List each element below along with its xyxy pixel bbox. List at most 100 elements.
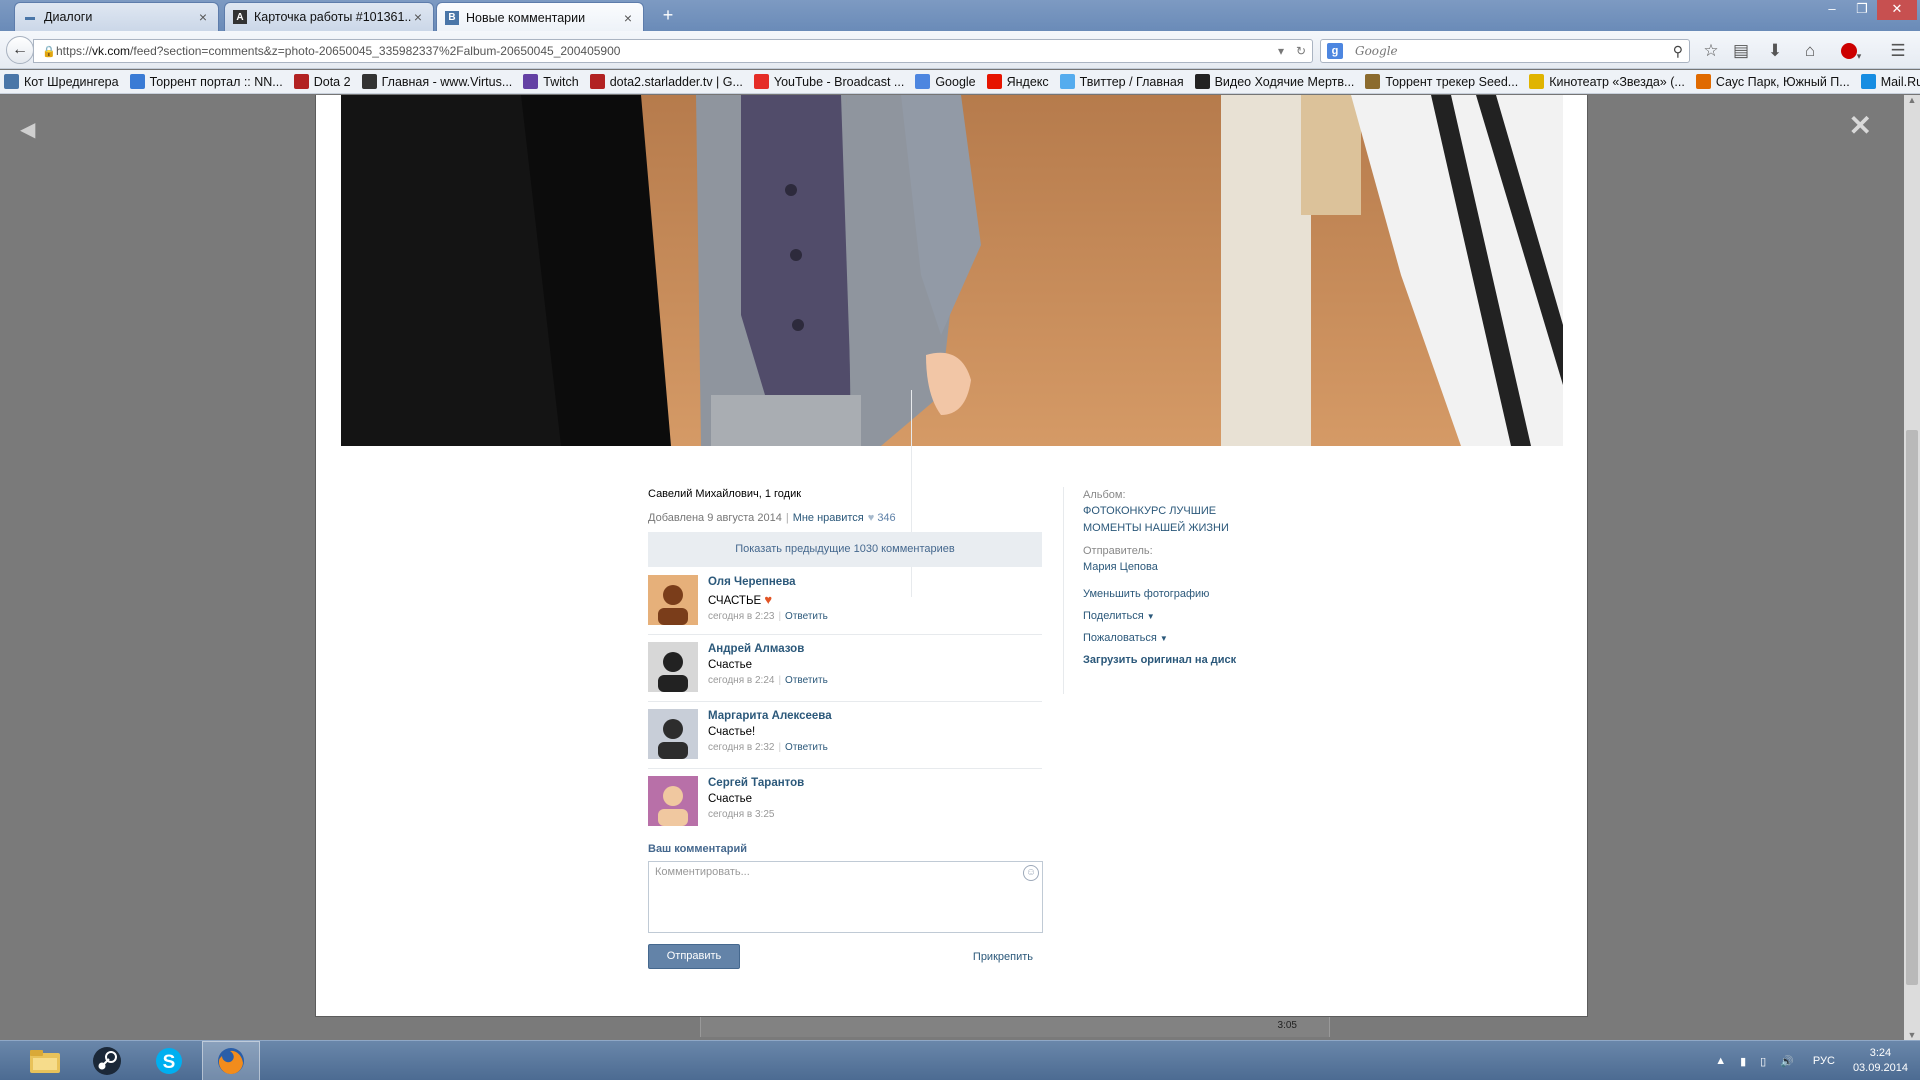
bookmark-item[interactable]: Кинотеатр «Звезда» (... [1529, 74, 1685, 89]
skype-icon[interactable]: S [140, 1041, 198, 1080]
bookmark-item[interactable]: Видео Ходячие Мертв... [1194, 74, 1354, 89]
back-arrow-icon[interactable]: ← [6, 36, 34, 64]
restore-icon[interactable]: ❐ [1847, 0, 1877, 20]
previous-photo-arrow-icon[interactable]: ◀ [20, 117, 35, 142]
mailru-icon [1860, 74, 1876, 89]
bookmark-item[interactable]: Twitch [523, 74, 579, 89]
vk-icon [4, 74, 19, 89]
tray-expand-icon[interactable]: ▲ [1715, 1055, 1726, 1067]
added-date: Добавлена 9 августа 2014 [648, 512, 782, 524]
reply-link[interactable]: Ответить [785, 611, 828, 622]
download-original-link[interactable]: Загрузить оригинал на диск [1083, 654, 1243, 667]
smiley-icon[interactable]: ☺ [1023, 865, 1039, 881]
report-menu[interactable]: Пожаловаться ▼ [1083, 632, 1243, 644]
bookmark-item[interactable]: Торрент портал :: NN... [129, 74, 283, 89]
scroll-down-icon[interactable]: ▼ [1904, 1030, 1920, 1040]
page-scrollbar[interactable]: ▲ ▼ [1904, 95, 1920, 1040]
comment-input[interactable]: Комментировать... ☺ [648, 861, 1043, 933]
avatar[interactable] [648, 776, 698, 826]
search-placeholder: Google [1355, 44, 1398, 58]
close-window-icon[interactable]: ✕ [1877, 0, 1917, 20]
home-icon[interactable]: ⌂ [1799, 40, 1821, 62]
comment-meta: сегодня в 2:23 | Ответить [708, 611, 828, 622]
attach-link[interactable]: Прикрепить [973, 951, 1033, 963]
share-menu[interactable]: Поделиться ▼ [1083, 610, 1243, 622]
network-icon[interactable]: ▮ [1740, 1055, 1746, 1068]
comment-author[interactable]: Оля Черепнева [708, 576, 1042, 588]
bookmark-item[interactable]: Mail.Ru: почта, поиск ... [1860, 74, 1920, 89]
shrink-photo-link[interactable]: Уменьшить фотографию [1083, 588, 1243, 600]
comment-time[interactable]: сегодня в 2:23 [708, 611, 774, 622]
comment-time[interactable]: сегодня в 2:24 [708, 675, 774, 686]
comment-author[interactable]: Сергей Тарантов [708, 777, 1042, 789]
volume-icon[interactable]: 🔊 [1780, 1055, 1794, 1068]
url-bar[interactable]: 🔒 https://vk.com/feed?section=comments&z… [33, 39, 1313, 63]
comment-body: Маргарита Алексеева Счастье! сегодня в 2:3… [708, 709, 1042, 756]
bookmark-item[interactable]: Твиттер / Главная [1059, 74, 1184, 89]
avatar[interactable] [648, 642, 698, 692]
comment-time[interactable]: сегодня в 3:25 [708, 809, 774, 820]
report-label: Пожаловаться [1083, 632, 1157, 644]
comment-item: Оля Черепнева СЧАСТЬЕ ♥ сегодня в 2:23 | Отв… [648, 575, 1042, 635]
scroll-up-icon[interactable]: ▲ [1904, 95, 1920, 105]
bookmark-item[interactable]: dota2.starladder.tv | G... [589, 74, 743, 89]
close-photo-icon[interactable]: ✕ [1849, 109, 1872, 142]
new-tab-button[interactable]: + [655, 4, 681, 28]
bookmark-item[interactable]: Саус Парк, Южный П... [1695, 74, 1850, 89]
heart-icon[interactable]: ♥ [868, 512, 875, 524]
comment-time[interactable]: сегодня в 2:32 [708, 742, 774, 753]
dropdown-triangle-icon: ▼ [1159, 634, 1168, 643]
bookmark-item[interactable]: Главная - www.Virtus... [361, 74, 512, 89]
avatar[interactable] [648, 709, 698, 759]
language-indicator[interactable]: РУС [1813, 1055, 1835, 1067]
tab-work-card[interactable]: A Карточка работы #101361... × [224, 2, 434, 31]
like-button[interactable]: Мне нравится [793, 512, 864, 524]
virtus-icon [361, 74, 377, 89]
comment-meta: сегодня в 2:32 | Ответить [708, 742, 828, 753]
firefox-icon[interactable] [202, 1041, 260, 1080]
comment-text-line: Счастье [708, 659, 1042, 671]
steam-icon[interactable] [78, 1041, 136, 1080]
adblock-icon[interactable]: ▾ [1836, 40, 1866, 62]
power-icon[interactable]: ▯ [1760, 1055, 1766, 1068]
dropdown-arrow-icon[interactable]: ▾ [1278, 44, 1284, 58]
bookmark-label: Кот Шредингера [24, 74, 119, 89]
bookmark-label: Яндекс [1006, 74, 1049, 89]
close-tab-icon[interactable]: × [196, 9, 210, 25]
close-tab-icon[interactable]: × [411, 9, 425, 25]
bookmark-label: Twitch [543, 74, 579, 89]
album-link[interactable]: ФОТОКОНКУРС ЛУЧШИЕ МОМЕНТЫ НАШЕЙ ЖИЗНИ [1083, 503, 1243, 537]
close-tab-icon[interactable]: × [621, 10, 635, 26]
bookmark-label: Google [935, 74, 976, 89]
search-bar[interactable]: g Google ⚲ [1320, 39, 1690, 63]
bookmark-star-icon[interactable]: ☆ [1700, 40, 1722, 62]
bookmark-item[interactable]: Dota 2 [293, 74, 351, 89]
google-icon[interactable]: g [1327, 43, 1343, 59]
reply-link[interactable]: Ответить [785, 742, 828, 753]
reply-link[interactable]: Ответить [785, 675, 828, 686]
bookmark-item[interactable]: Кот Шредингера [4, 74, 119, 89]
explorer-icon[interactable] [16, 1041, 74, 1080]
comment-item: Маргарита Алексеева Счастье! сегодня в 2:3… [648, 709, 1042, 769]
avatar[interactable] [648, 575, 698, 625]
photo[interactable] [341, 95, 1563, 446]
bookmark-item[interactable]: Яндекс [986, 74, 1049, 89]
tab-dialogs[interactable]: ▬ Диалоги × [14, 2, 219, 31]
scroll-thumb[interactable] [1906, 430, 1918, 985]
bookmark-item[interactable]: Торрент трекер Seed... [1365, 74, 1518, 89]
search-icon[interactable]: ⚲ [1673, 43, 1683, 60]
send-button[interactable]: Отправить [648, 944, 740, 969]
bookmark-item[interactable]: YouTube - Broadcast ... [753, 74, 904, 89]
comment-author[interactable]: Маргарита Алексеева [708, 710, 1042, 722]
tab-new-comments[interactable]: B Новые комментарии × [436, 2, 644, 32]
sender-link[interactable]: Мария Цепова [1083, 559, 1243, 576]
show-previous-comments-button[interactable]: Показать предыдущие 1030 комментариев [648, 532, 1042, 567]
download-icon[interactable]: ⬇ [1764, 40, 1786, 62]
reload-icon[interactable]: ↻ [1296, 44, 1306, 58]
clock[interactable]: 3:24 03.09.2014 [1853, 1046, 1908, 1076]
minimize-icon[interactable]: ‒ [1817, 0, 1847, 20]
comment-author[interactable]: Андрей Алмазов [708, 643, 1042, 655]
menu-icon[interactable]: ☰ [1887, 40, 1909, 62]
bookmarks-menu-icon[interactable]: ▤ [1730, 40, 1752, 62]
bookmark-item[interactable]: Google [915, 74, 976, 89]
